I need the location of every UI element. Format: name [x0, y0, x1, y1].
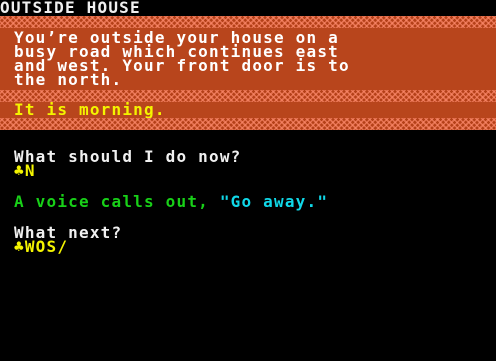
voice-message: A voice calls out, "Go away.": [14, 192, 329, 211]
time-of-day-bar: It is morning.: [0, 102, 496, 118]
text-cursor-icon: /: [57, 237, 69, 256]
description-line: the north.: [14, 70, 123, 89]
voice-message-prefix: A voice calls out,: [14, 192, 220, 211]
title-bar: OUTSIDE HOUSE: [0, 0, 496, 16]
time-of-day-text: It is morning.: [14, 100, 166, 119]
location-description: You’re outside your house on a busy road…: [0, 28, 496, 90]
prompt-icon: ♣: [14, 161, 25, 180]
location-title: OUTSIDE HOUSE: [0, 0, 141, 17]
divider-stripe-bottom: [0, 118, 496, 130]
command-input-line[interactable]: ♣WOS/: [14, 237, 69, 256]
command-prompt-1: What should I do now?: [14, 147, 242, 166]
game-screen: OUTSIDE HOUSE You’re outside your house …: [0, 0, 496, 361]
command-text-1: N: [24, 161, 36, 180]
prompt-icon: ♣: [14, 237, 25, 256]
command-text-2[interactable]: WOS: [25, 237, 58, 256]
divider-stripe-top: [0, 16, 496, 28]
command-input-1: ♣N: [14, 161, 36, 180]
voice-message-quote: "Go away.": [219, 192, 329, 211]
